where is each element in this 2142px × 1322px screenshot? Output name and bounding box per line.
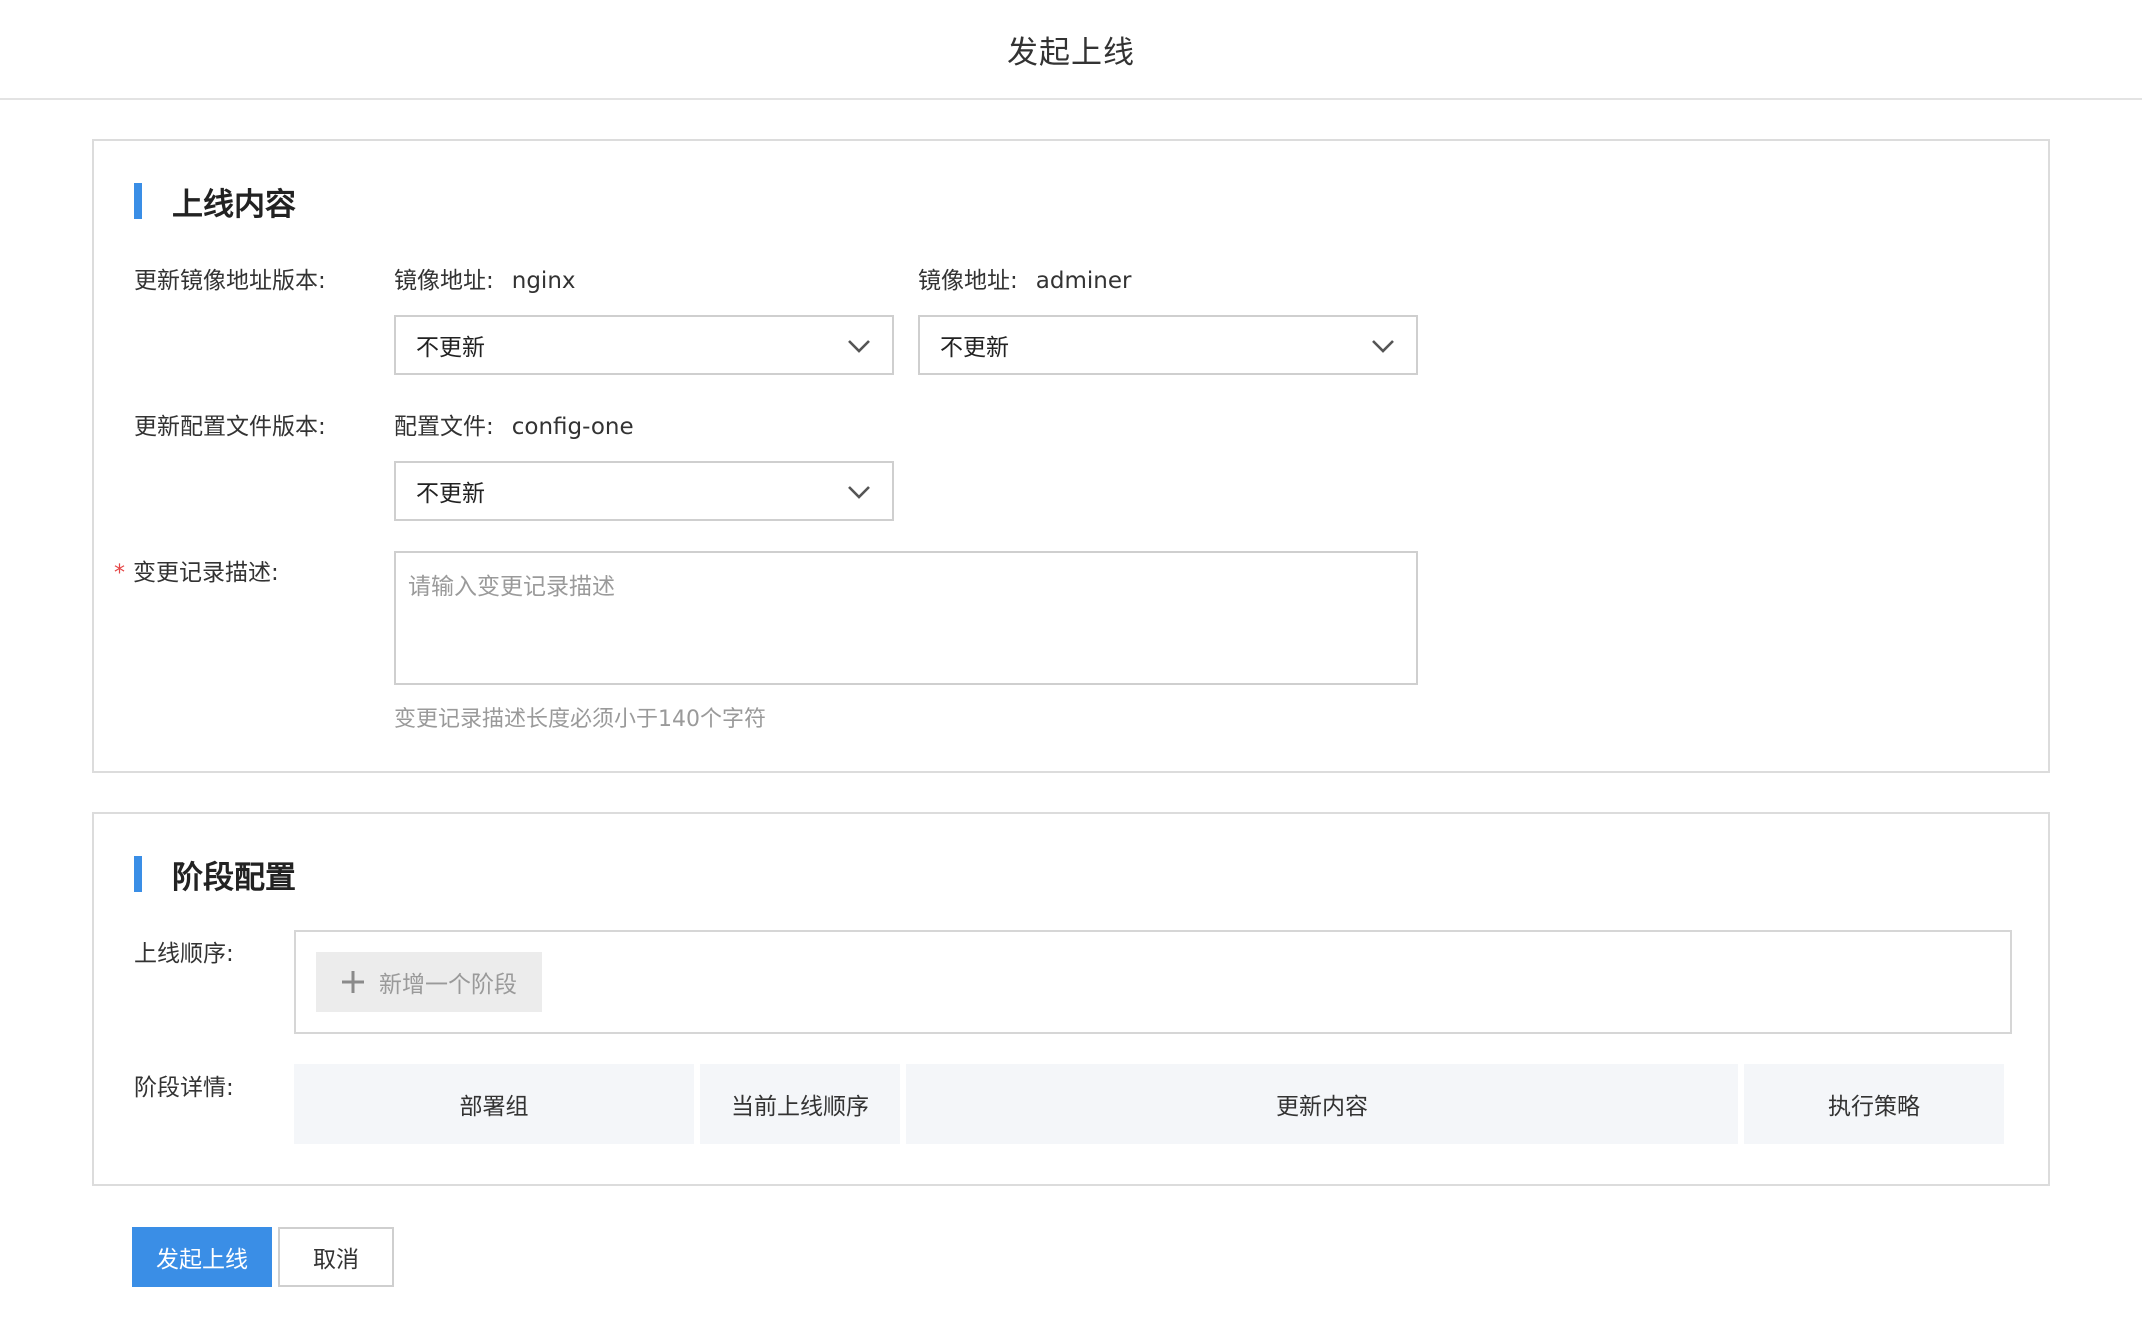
change-record-hint: 变更记录描述长度必须小于140个字符 — [394, 707, 766, 732]
column-header-update-content: 更新内容 — [906, 1064, 1738, 1144]
change-record-label-text: 变更记录描述: — [133, 560, 279, 586]
add-stage-button[interactable]: 新增一个阶段 — [316, 952, 542, 1012]
config-file-caption: 配置文件: config-one — [394, 407, 634, 441]
content-section-title: 上线内容 — [134, 181, 296, 223]
image-version-label: 更新镜像地址版本: — [134, 268, 326, 294]
stage-section-title: 阶段配置 — [134, 854, 296, 896]
submit-release-button[interactable]: 发起上线 — [132, 1227, 272, 1287]
section-accent-bar — [134, 183, 142, 219]
column-header-deploy-group: 部署组 — [294, 1064, 694, 1144]
column-header-strategy: 执行策略 — [1744, 1064, 2004, 1144]
release-order-box: 新增一个阶段 — [294, 930, 2012, 1034]
config-file-value: config-one — [511, 414, 634, 440]
image-address-caption-label: 镜像地址: — [394, 268, 494, 294]
stage-table-header: 部署组 当前上线顺序 更新内容 执行策略 — [294, 1064, 2010, 1144]
change-record-textarea[interactable] — [394, 551, 1418, 685]
stage-panel: 阶段配置 上线顺序: 新增一个阶段 阶段详情: 部署组 当前上线顺序 更新内容 … — [92, 812, 2050, 1186]
release-page: 发起上线 上线内容 更新镜像地址版本: 镜像地址: nginx 不更新 镜像地址:… — [0, 0, 2142, 1322]
image-address-caption-label: 镜像地址: — [918, 268, 1018, 294]
required-marker: * — [114, 561, 125, 586]
select-value: 不更新 — [416, 335, 485, 361]
chevron-down-icon — [848, 486, 870, 499]
change-record-label: * 变更记录描述: — [114, 553, 279, 587]
image-address-value: nginx — [511, 268, 576, 294]
content-panel: 上线内容 更新镜像地址版本: 镜像地址: nginx 不更新 镜像地址: admin… — [92, 139, 2050, 773]
chevron-down-icon — [848, 340, 870, 353]
image-version-select-nginx[interactable]: 不更新 — [394, 315, 894, 375]
image-version-select-adminer[interactable]: 不更新 — [918, 315, 1418, 375]
config-version-label: 更新配置文件版本: — [134, 414, 326, 440]
content-section-heading: 上线内容 — [172, 186, 296, 223]
stage-section-heading: 阶段配置 — [172, 859, 296, 896]
page-title: 发起上线 — [1007, 34, 1135, 71]
image-address-caption-1: 镜像地址: nginx — [394, 261, 576, 295]
config-version-select[interactable]: 不更新 — [394, 461, 894, 521]
image-address-caption-2: 镜像地址: adminer — [918, 261, 1131, 295]
chevron-down-icon — [1372, 340, 1394, 353]
select-value: 不更新 — [940, 335, 1009, 361]
cancel-button[interactable]: 取消 — [278, 1227, 394, 1287]
column-header-current-order: 当前上线顺序 — [700, 1064, 900, 1144]
config-file-caption-label: 配置文件: — [394, 414, 494, 440]
stage-detail-label: 阶段详情: — [134, 1075, 234, 1101]
add-stage-label: 新增一个阶段 — [379, 972, 517, 998]
release-order-label: 上线顺序: — [134, 941, 234, 967]
plus-icon — [342, 971, 364, 993]
page-header: 发起上线 — [0, 0, 2142, 100]
select-value: 不更新 — [416, 481, 485, 507]
section-accent-bar — [134, 856, 142, 892]
image-address-value: adminer — [1035, 268, 1132, 294]
